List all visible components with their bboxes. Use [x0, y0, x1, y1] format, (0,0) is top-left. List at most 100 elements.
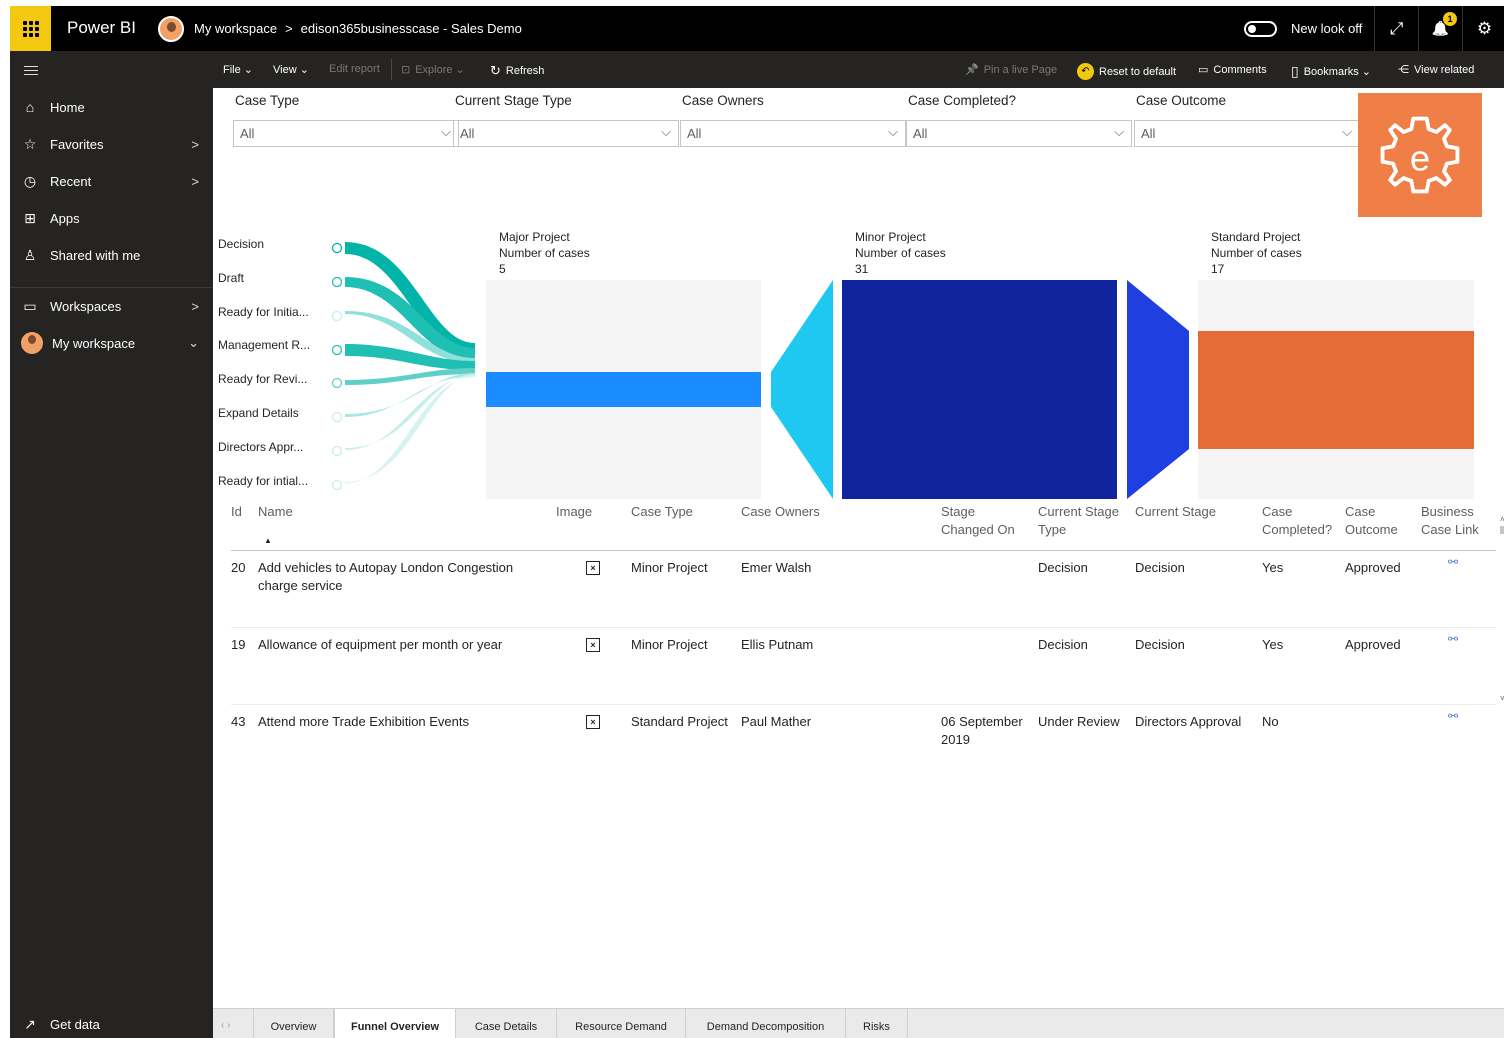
column-header-stage-type[interactable]: Current Stage Type [1038, 503, 1128, 539]
stage-dot[interactable] [331, 445, 343, 457]
minor-project-bar[interactable] [842, 280, 1117, 499]
stage-dot[interactable] [331, 310, 343, 322]
cell-case-type: Standard Project [631, 714, 728, 729]
stage-dot[interactable] [331, 479, 343, 491]
tab-case-details[interactable]: Case Details [456, 1009, 557, 1038]
sort-ascending-icon: ▲ [264, 536, 272, 545]
slicer-label: Case Owners [682, 93, 764, 108]
breadcrumb-report[interactable]: edison365businesscase - Sales Demo [301, 21, 522, 36]
reset-to-default-button[interactable]: ↶ Reset to default [1077, 63, 1176, 80]
cell-stage-type: Decision [1038, 560, 1088, 575]
app-name[interactable]: Power BI [67, 18, 136, 38]
notifications-button[interactable]: 🔔 1 [1418, 6, 1462, 51]
nav-workspaces[interactable]: ▭ Workspaces > [10, 288, 213, 324]
nav-shared-with-me[interactable]: ♙ Shared with me [10, 237, 213, 273]
link-icon[interactable]: ⚯ [1448, 709, 1458, 723]
view-related-button[interactable]: ⋲ View related [1398, 63, 1475, 77]
column-header-current-stage[interactable]: Current Stage [1135, 503, 1216, 521]
edit-report-button[interactable]: Edit report [329, 63, 380, 75]
report-canvas: Case Type All ⌵ Current Stage Type All ⌵… [213, 88, 1504, 1008]
scroll-down-icon[interactable]: ˅ [1500, 694, 1504, 703]
column-header-link[interactable]: Business Case Link [1421, 503, 1485, 539]
explore-menu[interactable]: ⊡ Explore ⌄ [401, 63, 465, 76]
table-row[interactable]: 20 Add vehicles to Autopay London Conges… [231, 551, 1496, 628]
slicer-dropdown[interactable]: All ⌵ [906, 120, 1132, 147]
stage-dot[interactable] [331, 411, 343, 423]
stage-dot[interactable] [331, 276, 343, 288]
column-header-case-owners[interactable]: Case Owners [741, 503, 820, 521]
column-header-id[interactable]: Id [231, 503, 242, 521]
cell-case-type: Minor Project [631, 637, 708, 652]
scroll-up-icon[interactable]: ˄ [1500, 515, 1504, 524]
link-icon[interactable]: ⚯ [1448, 632, 1458, 646]
tab-overview[interactable]: Overview [253, 1009, 334, 1038]
cell-completed: No [1262, 714, 1279, 729]
tab-resource-demand[interactable]: Resource Demand [557, 1009, 686, 1038]
chevron-down-icon: ⌵ [1342, 124, 1352, 139]
tab-demand-decomposition[interactable]: Demand Decomposition [686, 1009, 846, 1038]
column-header-completed[interactable]: Case Completed? [1262, 503, 1342, 539]
avatar[interactable] [158, 16, 184, 42]
file-menu[interactable]: File ⌄ [223, 63, 253, 76]
slicer-dropdown[interactable]: All ⌵ [233, 120, 459, 147]
app-frame: Power BI My workspace > edison365busines… [10, 6, 1504, 1038]
slicer-dropdown[interactable]: All ⌵ [680, 120, 906, 147]
comment-icon: ▭ [1198, 64, 1209, 76]
scroll-thumb[interactable] [1500, 526, 1504, 534]
table-scrollbar[interactable]: ˄ ˅ [1500, 515, 1504, 703]
comments-label: Comments [1213, 63, 1267, 76]
slicer-value: All [240, 126, 255, 141]
pin-live-page-button[interactable]: 📌 Pin a live Page [965, 63, 1057, 77]
stage-dot[interactable] [331, 344, 343, 356]
svg-text:e: e [1410, 137, 1430, 178]
major-project-bar[interactable] [486, 372, 761, 407]
link-icon[interactable]: ⚯ [1448, 555, 1458, 569]
bookmarks-menu[interactable]: ▯ Bookmarks ⌄ [1291, 63, 1371, 80]
view-menu[interactable]: View ⌄ [273, 63, 309, 76]
column-header-image[interactable]: Image [556, 503, 592, 521]
cell-name: Add vehicles to Autopay London Congestio… [258, 560, 514, 593]
expand-icon[interactable]: ⤢ [1374, 6, 1418, 51]
lineage-icon: ⋲ [1398, 64, 1409, 76]
column-header-outcome[interactable]: Case Outcome [1345, 503, 1405, 539]
connector-decision[interactable] [345, 242, 475, 356]
refresh-button[interactable]: ↻ Refresh [490, 63, 544, 79]
settings-gear-icon[interactable]: ⚙ [1462, 6, 1504, 51]
app-launcher-icon[interactable] [10, 6, 51, 51]
table-row[interactable]: 43 Attend more Trade Exhibition Events ×… [231, 705, 1496, 782]
column-header-stage-changed[interactable]: Stage Changed On [941, 503, 1031, 539]
view-related-label: View related [1414, 63, 1475, 76]
nav-my-workspace[interactable]: My workspace ⌄ [10, 325, 213, 361]
nav-get-data[interactable]: ↗ Get data [10, 1006, 213, 1038]
clock-icon: ◷ [23, 172, 37, 189]
stage-dot[interactable] [331, 377, 343, 389]
refresh-label: Refresh [505, 65, 545, 77]
slicer-case-outcome: Case Outcome All ⌵ [1134, 93, 1360, 147]
nav-favorites[interactable]: ☆ Favorites > [10, 126, 213, 162]
slicer-case-type: Case Type All ⌵ [233, 93, 459, 147]
tab-scroll-arrows[interactable]: ‹ › [221, 1020, 230, 1031]
nav-recent[interactable]: ◷ Recent > [10, 163, 213, 199]
connector-ready-intial[interactable] [345, 375, 475, 483]
column-header-name[interactable]: Name [258, 503, 293, 521]
tab-funnel-overview[interactable]: Funnel Overview [334, 1009, 456, 1038]
standard-project-bar[interactable] [1198, 331, 1474, 449]
nav-apps[interactable]: ⊞ Apps [10, 200, 213, 236]
explore-label: Explore ⌄ [415, 64, 465, 76]
stage-dots [331, 242, 343, 491]
tab-risks[interactable]: Risks [846, 1009, 908, 1038]
slicer-dropdown[interactable]: All ⌵ [453, 120, 679, 147]
nav-home[interactable]: ⌂ Home [10, 89, 213, 125]
new-look-toggle[interactable] [1244, 21, 1277, 37]
star-icon: ☆ [23, 135, 37, 152]
comments-button[interactable]: ▭ Comments [1198, 63, 1267, 77]
stage-dot[interactable] [331, 242, 343, 254]
slicer-value: All [687, 126, 702, 141]
table-row[interactable]: 19 Allowance of equipment per month or y… [231, 628, 1496, 705]
broken-image-icon: × [586, 561, 600, 575]
hamburger-menu-icon[interactable] [24, 66, 38, 78]
breadcrumb-workspace[interactable]: My workspace [194, 21, 277, 36]
slicer-dropdown[interactable]: All ⌵ [1134, 120, 1360, 147]
column-header-case-type[interactable]: Case Type [631, 503, 693, 521]
cell-stage-type: Decision [1038, 637, 1088, 652]
